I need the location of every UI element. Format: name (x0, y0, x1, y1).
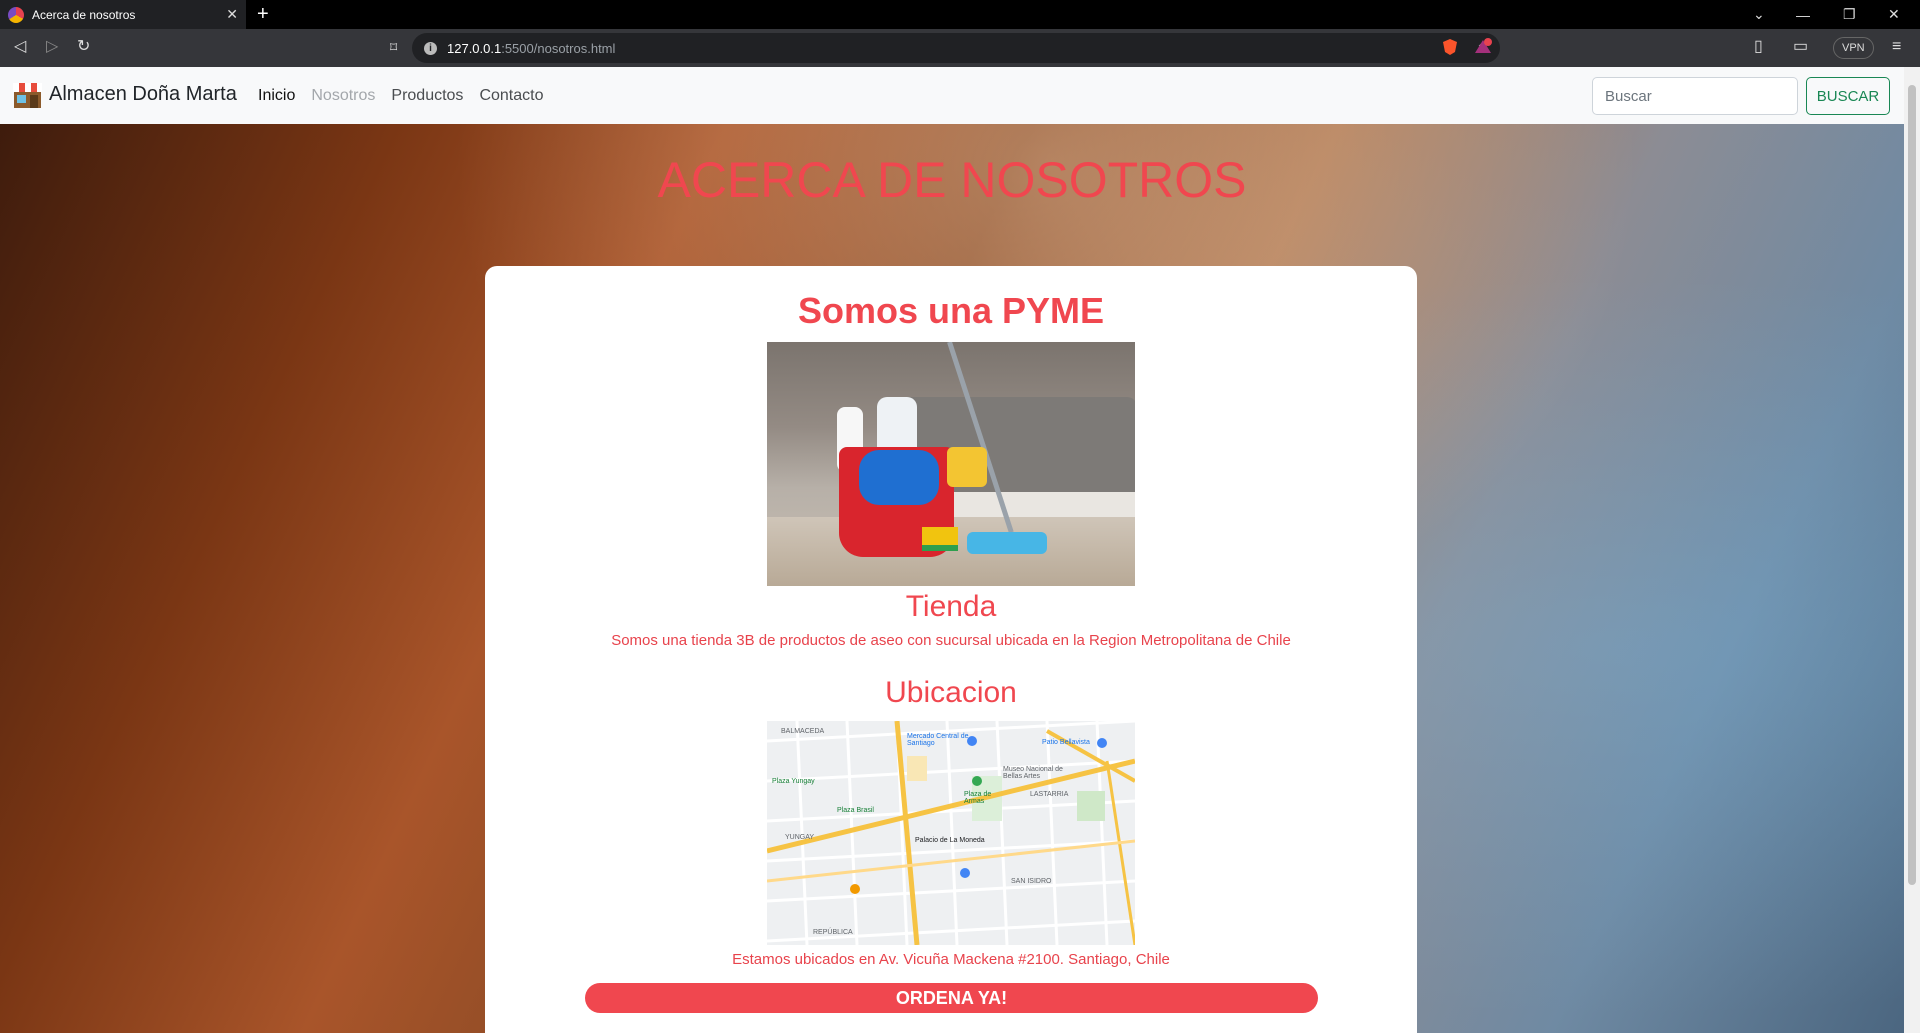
page-scrollbar[interactable] (1904, 67, 1920, 1033)
address-bar[interactable]: i 127.0.0.1 :5500/nosotros.html ⇪ (412, 33, 1500, 63)
nav-link-inicio[interactable]: Inicio (258, 87, 295, 105)
restore-icon[interactable]: ❐ (1843, 0, 1856, 29)
map-label: BALMACEDA (781, 728, 825, 735)
location-map-image: BALMACEDA Mercado Central de Santiago Pa… (767, 721, 1135, 945)
back-icon[interactable]: ◁ (14, 37, 26, 57)
map-label: Palacio de La Moneda (915, 837, 985, 844)
wallet-icon[interactable]: ▭ (1793, 37, 1808, 57)
page-viewport: Almacen Doña Marta Inicio Nosotros Produ… (0, 67, 1904, 1033)
url-host: 127.0.0.1 (447, 40, 502, 56)
close-tab-icon[interactable]: ✕ (226, 6, 238, 23)
brave-rewards-icon[interactable] (1474, 38, 1492, 56)
bookmark-icon[interactable]: ⌑ (390, 37, 397, 57)
map-label: Plaza Yungay (772, 778, 815, 785)
search-input[interactable] (1592, 77, 1798, 115)
map-label: Plaza Brasil (837, 807, 874, 814)
cleaning-products-image (767, 342, 1135, 586)
browser-tab-strip: Acerca de nosotros ✕ + ⌄ — ❐ ✕ (0, 0, 1920, 29)
minimize-icon[interactable]: — (1796, 0, 1810, 29)
brand-name: Almacen Doña Marta (49, 83, 237, 105)
about-card: Somos una PYME Tienda Somos una tienda 3… (485, 266, 1417, 1033)
close-window-icon[interactable]: ✕ (1888, 0, 1900, 29)
new-tab-button[interactable]: + (257, 2, 269, 26)
url-path: :5500/nosotros.html (501, 40, 616, 56)
nav-link-contacto[interactable]: Contacto (479, 87, 543, 105)
browser-toolbar: ◁ ▷ ↻ ⌑ i 127.0.0.1 :5500/nosotros.html … (0, 29, 1920, 67)
reload-icon[interactable]: ↻ (77, 37, 90, 57)
tab-title: Acerca de nosotros (32, 7, 136, 22)
brave-shield-icon[interactable] (1441, 38, 1459, 56)
site-info-icon[interactable]: i (424, 41, 437, 55)
map-label: Museo Nacional de Bellas Artes (1003, 766, 1063, 780)
map-label: Plaza de Armas (964, 791, 992, 805)
store-logo-icon (13, 83, 42, 108)
card-title: Somos una PYME (797, 290, 1105, 331)
nav-link-nosotros[interactable]: Nosotros (311, 87, 375, 105)
map-label: SAN ISIDRO (1011, 878, 1052, 885)
store-description: Somos una tienda 3B de productos de aseo… (611, 632, 1291, 649)
map-label: YUNGAY (785, 834, 815, 841)
sidebar-icon[interactable]: ▯ (1754, 37, 1763, 57)
nav-link-productos[interactable]: Productos (391, 87, 463, 105)
forward-icon[interactable]: ▷ (46, 37, 58, 57)
favicon-icon (8, 6, 24, 23)
search-button[interactable]: BUSCAR (1806, 77, 1890, 115)
location-description: Estamos ubicados en Av. Vicuña Mackena #… (732, 951, 1170, 968)
browser-tab[interactable]: Acerca de nosotros ✕ (0, 0, 246, 29)
site-navbar: Almacen Doña Marta Inicio Nosotros Produ… (0, 67, 1904, 124)
map-label: REPÚBLICA (813, 929, 853, 936)
location-heading: Ubicacion (885, 676, 1017, 709)
tab-search-icon[interactable]: ⌄ (1753, 0, 1765, 29)
map-label: LASTARRIA (1030, 791, 1069, 798)
scrollbar-thumb[interactable] (1908, 85, 1916, 885)
brand[interactable]: Almacen Doña Marta (12, 79, 237, 110)
order-now-button[interactable]: ORDENA YA! (585, 983, 1318, 1013)
menu-icon[interactable]: ≡ (1892, 37, 1901, 57)
vpn-button[interactable]: VPN (1833, 37, 1874, 59)
store-heading: Tienda (905, 590, 997, 623)
nav-links: Inicio Nosotros Productos Contacto (258, 67, 559, 124)
map-label: Patio Bellavista (1042, 739, 1090, 746)
page-title: ACERCA DE NOSOTROS (657, 152, 1247, 208)
map-label: Mercado Central de Santiago (907, 733, 969, 747)
